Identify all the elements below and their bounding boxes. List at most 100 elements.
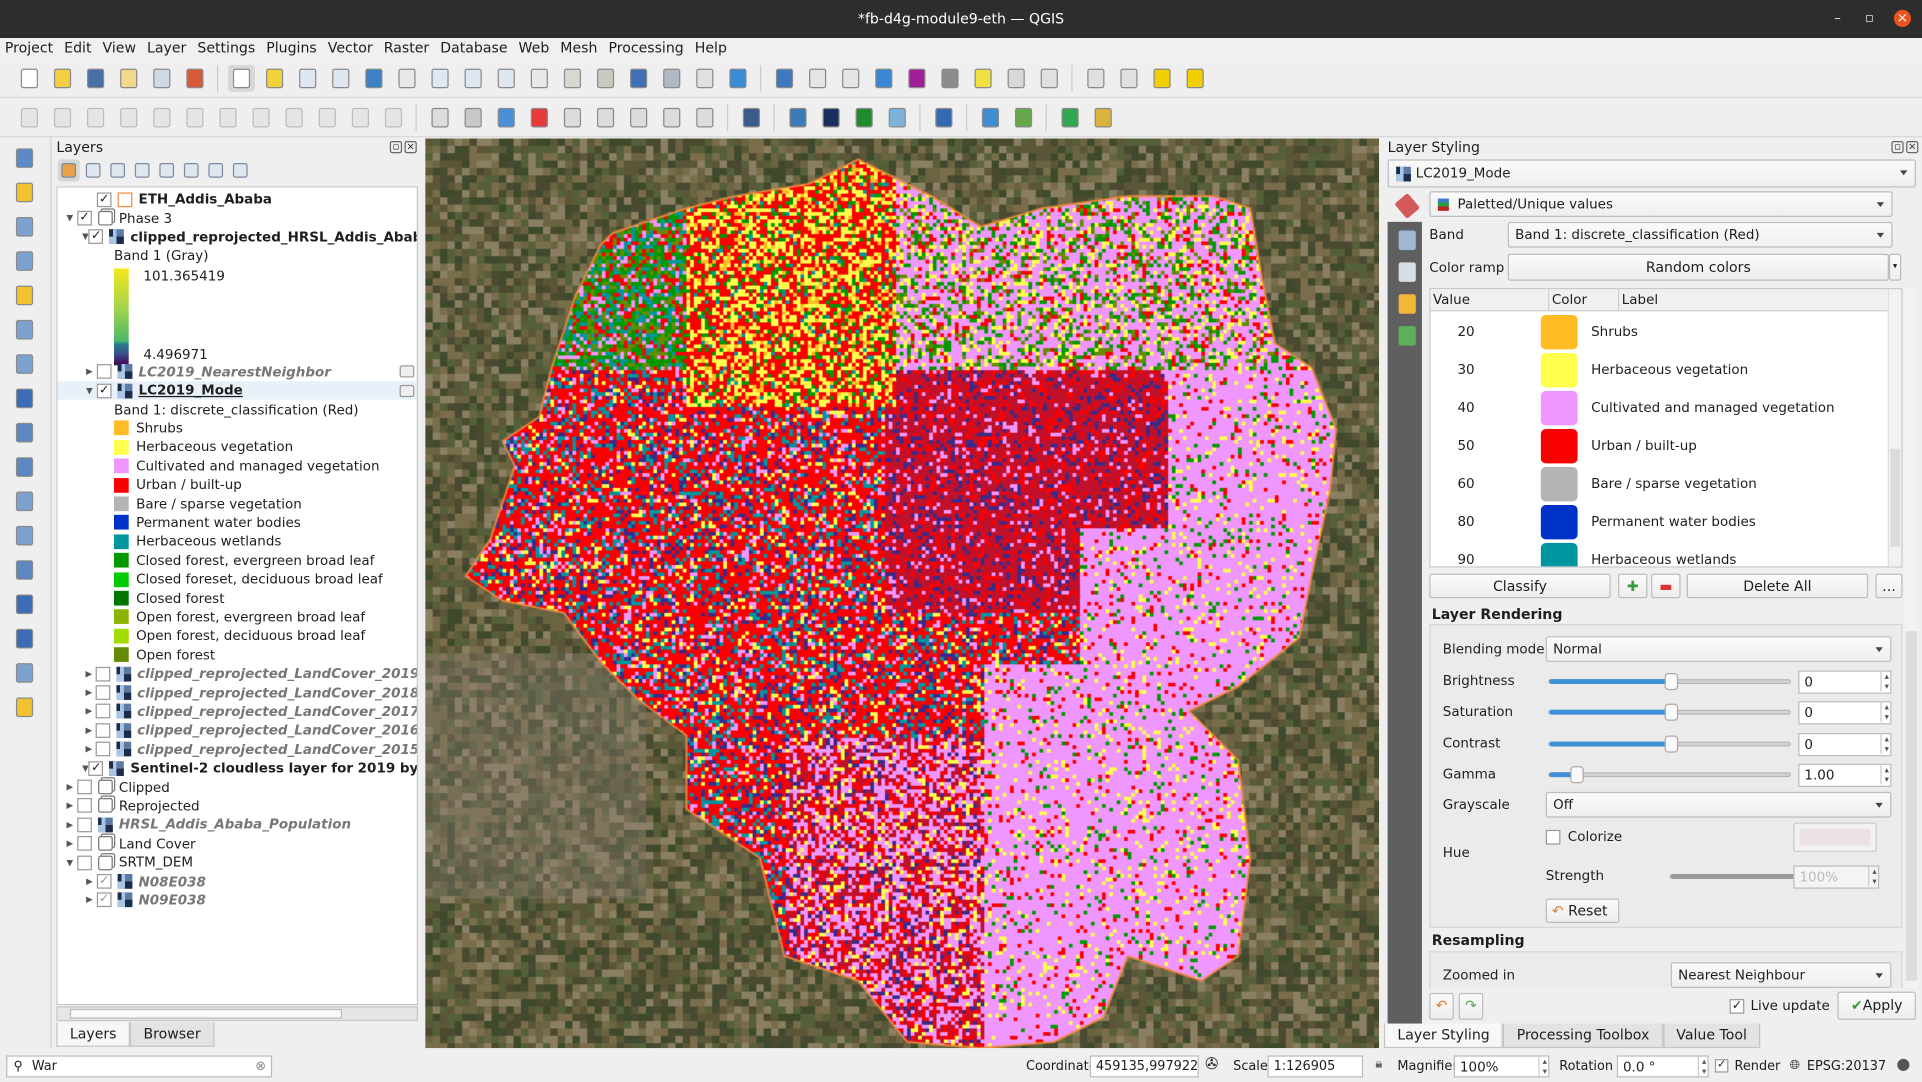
crs-globe-icon[interactable]: 🌐︎: [1790, 1058, 1800, 1074]
tab-processing-toolbox[interactable]: Processing Toolbox: [1503, 1023, 1663, 1049]
undo-button[interactable]: ↶: [1429, 992, 1454, 1020]
rotate-label-button[interactable]: [658, 104, 685, 131]
move-label-button[interactable]: [625, 104, 652, 131]
class-row[interactable]: 20 Shrubs: [1431, 313, 1891, 351]
manage-visibility-button[interactable]: [107, 159, 129, 181]
add-spatialite-button[interactable]: [11, 488, 38, 515]
strength-spinbox[interactable]: 100%: [1793, 865, 1880, 889]
add-group-button[interactable]: [82, 159, 104, 181]
diagram-button[interactable]: [459, 104, 486, 131]
live-update-checkbox[interactable]: ✓: [1729, 999, 1745, 1014]
zoom-last-button[interactable]: [492, 64, 519, 91]
shape-digitize-button[interactable]: [1181, 64, 1208, 91]
vertex-tool-button[interactable]: [148, 104, 175, 131]
magnifier-spinbox[interactable]: 100%: [1453, 1055, 1550, 1078]
actions-button[interactable]: [1002, 64, 1029, 91]
pan-to-selection-button[interactable]: [260, 64, 287, 91]
change-label-button[interactable]: [691, 104, 718, 131]
layer-tree-item[interactable]: ▶ LC2019_NearestNeighbor: [58, 362, 417, 381]
close-panel-icon[interactable]: ×: [1906, 140, 1919, 154]
layer-tree-item[interactable]: ▶ clipped_reprojected_LandCover_2017: [58, 702, 416, 721]
visibility-checkbox[interactable]: ✓: [77, 210, 92, 226]
menu-project[interactable]: Project: [0, 38, 59, 59]
pin-labels-button[interactable]: [558, 104, 585, 131]
zoomed-in-select[interactable]: Nearest Neighbour: [1670, 962, 1892, 988]
chevron-down-icon[interactable]: ▼: [82, 763, 89, 773]
modify-attributes-button[interactable]: [181, 104, 208, 131]
python-console-button[interactable]: [784, 104, 811, 131]
select-features-button[interactable]: [1082, 64, 1109, 91]
georeferencer-button[interactable]: [883, 104, 910, 131]
data-source-manager-button[interactable]: [11, 145, 38, 172]
blending-mode-select[interactable]: Normal: [1545, 636, 1892, 662]
lock-scale-icon[interactable]: 🔒︎: [1375, 1057, 1382, 1073]
visibility-checkbox[interactable]: [77, 836, 92, 852]
visibility-checkbox[interactable]: [95, 723, 111, 738]
metasearch-button[interactable]: [850, 104, 877, 131]
class-row[interactable]: 40 Cultivated and managed vegetation: [1431, 389, 1891, 427]
menu-edit[interactable]: Edit: [59, 38, 97, 59]
chevron-down-icon[interactable]: ▼: [82, 386, 97, 396]
rule-labeling-button[interactable]: [525, 104, 552, 131]
menu-mesh[interactable]: Mesh: [555, 38, 603, 59]
class-color-swatch[interactable]: [1540, 505, 1578, 540]
show-hide-labels-button[interactable]: [591, 104, 618, 131]
menu-processing[interactable]: Processing: [604, 38, 690, 59]
layer-tree-item[interactable]: ▼ ✓ Sentinel-2 cloudless layer for 2019 by…: [58, 759, 417, 778]
map-canvas[interactable]: [425, 138, 1380, 1049]
undo-button[interactable]: [346, 104, 373, 131]
delete-all-button[interactable]: Delete All: [1686, 573, 1869, 599]
collapse-all-button[interactable]: [205, 159, 227, 181]
zoom-to-layer-button[interactable]: [426, 64, 453, 91]
menu-raster[interactable]: Raster: [379, 38, 436, 59]
symbology-tab-icon[interactable]: [1393, 192, 1420, 219]
coordinate-field[interactable]: 459135,997922: [1089, 1055, 1199, 1078]
add-delimited-text-button[interactable]: [11, 351, 38, 378]
grayscale-select[interactable]: Off: [1545, 791, 1892, 818]
class-color-swatch[interactable]: [1540, 315, 1578, 350]
add-xyz-button[interactable]: [11, 591, 38, 618]
layer-tree-item[interactable]: ▶ ✓ N09E038: [58, 891, 417, 910]
slider-handle[interactable]: [1664, 672, 1679, 691]
show-bookmarks-button[interactable]: [658, 64, 685, 91]
visibility-checkbox[interactable]: [95, 741, 111, 757]
slider-handle[interactable]: [1569, 765, 1584, 784]
chevron-right-icon[interactable]: ▶: [63, 839, 78, 849]
layout-manager-button[interactable]: [148, 64, 175, 91]
pyramids-tab-icon[interactable]: [1393, 291, 1420, 318]
contrast-spinbox[interactable]: 0: [1798, 732, 1892, 756]
new-map-view-button[interactable]: [558, 64, 585, 91]
layer-tree-item[interactable]: ▼ ✓ clipped_reprojected_HRSL_Addis_Ababa: [58, 228, 417, 247]
visibility-checkbox[interactable]: [95, 685, 111, 701]
add-wms-button[interactable]: [11, 419, 38, 446]
menu-vector[interactable]: Vector: [323, 38, 379, 59]
deselect-button[interactable]: [1115, 64, 1142, 91]
layer-labeling-button[interactable]: [492, 104, 519, 131]
layer-tree-item[interactable]: ▶ clipped_reprojected_LandCover_2016: [58, 721, 416, 740]
new-vector-layer-button[interactable]: [11, 213, 38, 240]
table-scrollbar[interactable]: [1887, 289, 1902, 567]
visibility-checkbox[interactable]: [77, 855, 92, 870]
attribute-table-button[interactable]: [804, 64, 831, 91]
color-ramp-dropdown[interactable]: ▾: [1888, 253, 1902, 281]
float-panel-icon[interactable]: ▫: [389, 140, 403, 154]
layer-tree-item[interactable]: ▶ clipped_reprojected_LandCover_2019: [58, 664, 416, 683]
close-panel-icon[interactable]: ×: [404, 140, 417, 154]
class-row[interactable]: 30 Herbaceous vegetation: [1431, 351, 1891, 389]
new-3d-map-button[interactable]: [591, 64, 618, 91]
cut-features-button[interactable]: [247, 104, 274, 131]
chevron-right-icon[interactable]: ▶: [63, 801, 78, 811]
field-calculator-button[interactable]: [837, 64, 864, 91]
redo-button[interactable]: [379, 104, 406, 131]
add-wfs-button[interactable]: [11, 557, 38, 584]
apply-button[interactable]: ✔Apply: [1837, 991, 1916, 1020]
zoom-out-button[interactable]: [327, 64, 354, 91]
column-label[interactable]: Label: [1619, 289, 1891, 312]
pan-button[interactable]: [227, 64, 255, 92]
zoom-next-button[interactable]: [525, 64, 552, 91]
slider-handle[interactable]: [1664, 734, 1679, 753]
measure-button[interactable]: [936, 64, 963, 91]
add-vector-layer-button[interactable]: [11, 179, 38, 206]
menu-web[interactable]: Web: [514, 38, 556, 59]
visibility-checkbox[interactable]: ✓: [88, 229, 104, 245]
